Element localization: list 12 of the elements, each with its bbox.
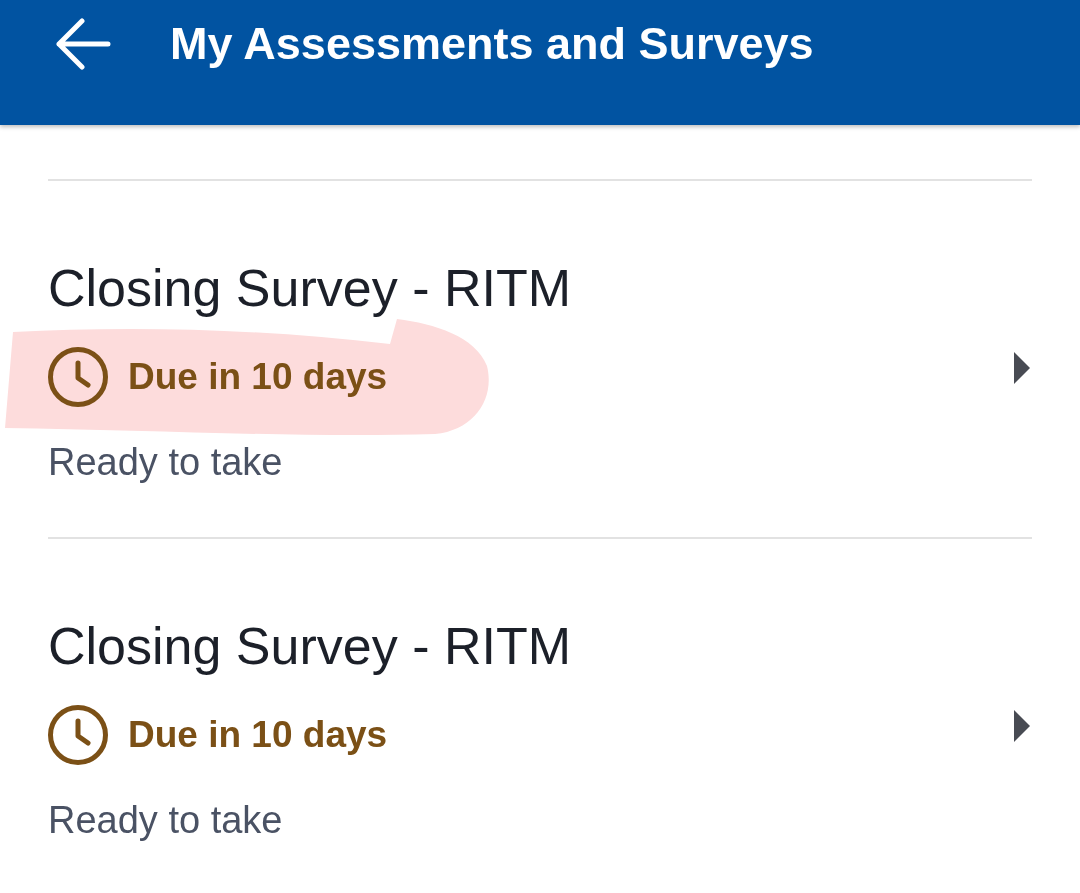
- clock-icon: [48, 347, 108, 407]
- survey-title: Closing Survey - RITM: [48, 258, 571, 318]
- due-date-text: Due in 10 days: [128, 714, 388, 756]
- clock-icon: [48, 705, 108, 765]
- due-date-text: Due in 10 days: [128, 356, 388, 398]
- page-title: My Assessments and Surveys: [170, 17, 814, 70]
- back-arrow-icon: [56, 17, 112, 70]
- chevron-right-icon[interactable]: [1014, 710, 1030, 742]
- status-text: Ready to take: [48, 798, 283, 842]
- status-text: Ready to take: [48, 440, 283, 484]
- chevron-right-icon[interactable]: [1014, 352, 1030, 384]
- survey-title: Closing Survey - RITM: [48, 616, 571, 676]
